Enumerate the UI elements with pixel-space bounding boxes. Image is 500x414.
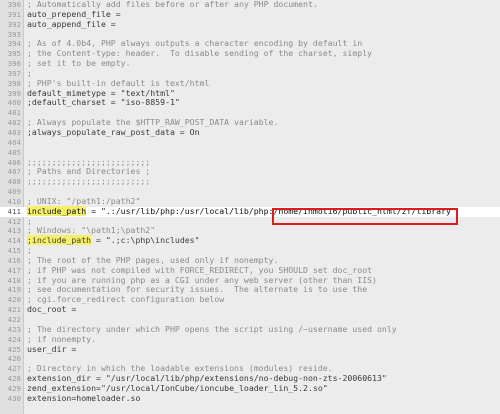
code-text: include_path = ".:/usr/lib/php:/usr/loca… bbox=[27, 205, 456, 217]
line-number: 407 bbox=[7, 167, 21, 177]
comment-text: ; set it to be empty. bbox=[27, 58, 131, 69]
code-line[interactable]: 430 extension=homeloader.so bbox=[0, 392, 500, 404]
code-lines[interactable]: 390; Automatically add files before or a… bbox=[0, 0, 500, 404]
code-text: ;default_charset = "iso-8859-1" bbox=[27, 97, 180, 108]
line-number: 422 bbox=[7, 315, 21, 324]
line-number: 397 bbox=[7, 68, 21, 78]
line-number: 404 bbox=[7, 137, 21, 147]
line-number: 400 bbox=[7, 98, 21, 108]
line-number: 406 bbox=[7, 157, 21, 167]
line-number: 417 bbox=[7, 265, 21, 275]
line-number: 427 bbox=[7, 364, 21, 374]
comment-text: ;;;;;;;;;;;;;;;;;;;;;;;;; bbox=[27, 176, 151, 187]
code-value: = ".:/usr/lib/php:/usr/local/lib/php:/ho… bbox=[86, 205, 456, 216]
line-number: 424 bbox=[7, 334, 21, 344]
code-text: ;include_path = ".;c:\php\includes" bbox=[27, 235, 200, 246]
line-number: 390 bbox=[7, 0, 21, 9]
line-number: 405 bbox=[7, 147, 21, 157]
line-number: 401 bbox=[7, 108, 21, 118]
code-text: ;always_populate_raw_post_data = On bbox=[27, 126, 200, 137]
line-number: 394 bbox=[7, 39, 21, 49]
line-number: 398 bbox=[7, 78, 21, 88]
line-number: 423 bbox=[7, 324, 21, 334]
line-number: 409 bbox=[7, 187, 21, 197]
code-text: user_dir = bbox=[27, 343, 77, 354]
code-text: auto_append_file = bbox=[27, 18, 116, 29]
highlighted-keyword: ;include_path bbox=[27, 235, 92, 246]
line-number: 393 bbox=[7, 29, 21, 39]
line-number: 395 bbox=[7, 49, 21, 59]
code-line[interactable]: 392 auto_append_file = bbox=[0, 18, 500, 30]
code-line[interactable]: 403 ;always_populate_raw_post_data = On bbox=[0, 126, 500, 138]
line-number: 414 bbox=[7, 236, 21, 246]
line-number: 410 bbox=[7, 196, 21, 206]
line-number: 412 bbox=[7, 216, 21, 226]
code-line[interactable]: 400 ;default_charset = "iso-8859-1" bbox=[0, 98, 500, 108]
code-line[interactable]: 425 user_dir = bbox=[0, 343, 500, 355]
code-editor[interactable]: 390; Automatically add files before or a… bbox=[0, 0, 500, 414]
line-number: 391 bbox=[7, 9, 21, 19]
line-number: 399 bbox=[7, 88, 21, 98]
line-number: 402 bbox=[7, 118, 21, 128]
line-number: 418 bbox=[7, 275, 21, 285]
line-number: 421 bbox=[7, 305, 21, 315]
line-number: 428 bbox=[7, 374, 21, 384]
line-number: 408 bbox=[7, 177, 21, 187]
code-line[interactable]: 404 bbox=[0, 138, 500, 148]
line-number: 430 bbox=[7, 393, 21, 403]
line-number: 429 bbox=[7, 383, 21, 393]
code-line[interactable]: 414 ;include_path = ".;c:\php\includes" bbox=[0, 235, 500, 246]
line-number: 403 bbox=[7, 127, 21, 137]
line-number: 425 bbox=[7, 344, 21, 354]
highlighted-keyword: include_path bbox=[27, 205, 87, 216]
line-number: 420 bbox=[7, 295, 21, 305]
line-number: 411 bbox=[7, 206, 21, 216]
code-text: doc_root = bbox=[27, 304, 77, 315]
code-line[interactable]: 411 include_path = ".:/usr/lib/php:/usr/l… bbox=[0, 205, 500, 217]
line-number: 419 bbox=[7, 285, 21, 295]
code-text: extension=homeloader.so bbox=[27, 392, 141, 403]
code-value: = ".;c:\php\includes" bbox=[91, 235, 200, 246]
line-number: 416 bbox=[7, 255, 21, 265]
line-number: 392 bbox=[7, 19, 21, 29]
line-number: 426 bbox=[7, 354, 21, 364]
code-line[interactable]: 396 ; set it to be empty. bbox=[0, 58, 500, 69]
line-number: 415 bbox=[7, 246, 21, 256]
code-line[interactable]: 408;;;;;;;;;;;;;;;;;;;;;;;;; bbox=[0, 176, 500, 187]
line-number: 413 bbox=[7, 226, 21, 236]
code-line[interactable]: 421 doc_root = bbox=[0, 304, 500, 315]
line-number: 396 bbox=[7, 59, 21, 69]
